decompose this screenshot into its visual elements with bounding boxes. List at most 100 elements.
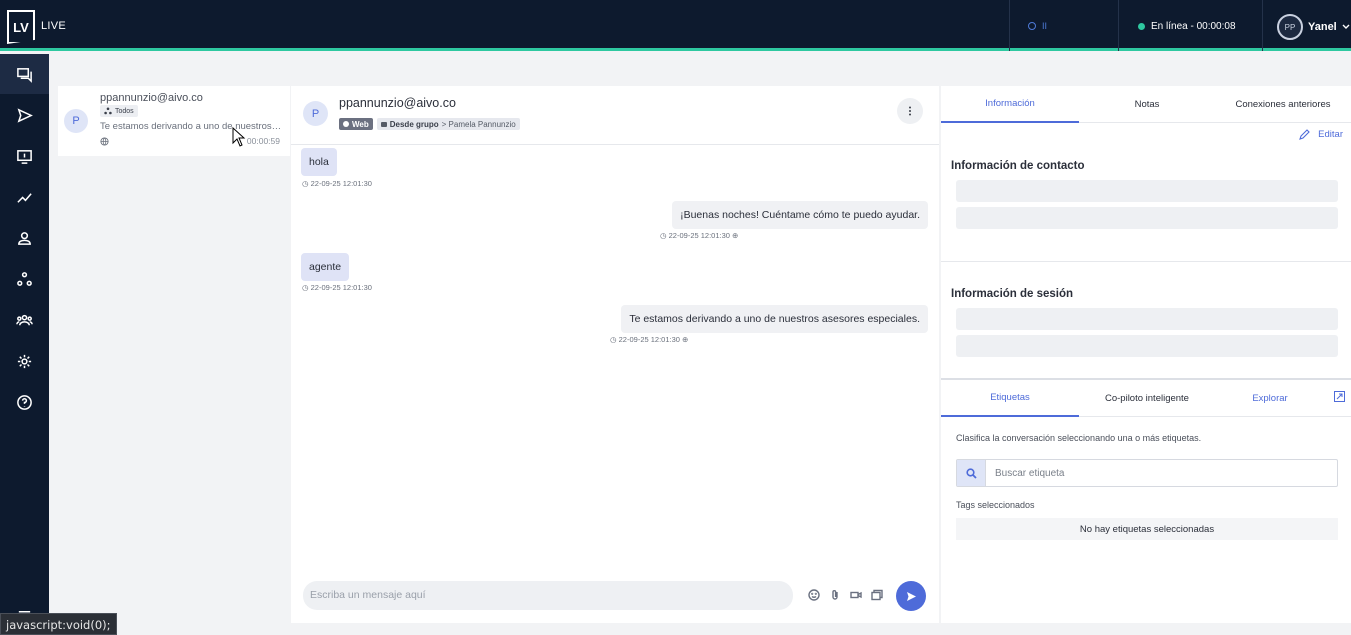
chart-line-icon xyxy=(17,192,32,203)
tab-explorar[interactable]: Explorar xyxy=(1215,380,1325,417)
canned-responses-icon[interactable] xyxy=(871,589,883,601)
bot-icon: ⊕ xyxy=(682,335,689,344)
monitor-icon xyxy=(17,149,32,164)
cursor-icon xyxy=(232,127,246,147)
divider xyxy=(1118,0,1119,51)
chat-icon xyxy=(17,67,32,83)
chevron-down-icon xyxy=(1342,24,1350,29)
sidebar-item-stats[interactable] xyxy=(0,177,49,217)
globe-icon xyxy=(100,137,109,146)
emoji-icon[interactable] xyxy=(808,589,820,601)
badge-label: Todos xyxy=(115,107,134,115)
tag-search xyxy=(956,459,1338,487)
tab-copiloto[interactable]: Co-piloto inteligente xyxy=(1079,380,1215,417)
message-time: 22-09-25 12:01:30 xyxy=(310,179,372,188)
kebab-icon xyxy=(909,106,911,116)
user-icon xyxy=(18,231,31,245)
group-label: Desde grupo xyxy=(389,119,439,129)
globe-icon xyxy=(343,121,349,127)
sidebar-item-settings[interactable] xyxy=(0,341,49,381)
conversation-list: P ppannunzio@aivo.co Todos Te estamos de… xyxy=(58,86,290,623)
sidebar-item-help[interactable] xyxy=(0,382,49,422)
help-icon xyxy=(17,394,32,410)
message-bubble: ¡Buenas noches! Cuéntame cómo te puedo a… xyxy=(672,201,928,229)
tags-hint: Clasifica la conversación seleccionando … xyxy=(956,433,1202,443)
conversation-time: 00:00:59 xyxy=(246,136,280,146)
conversation-preview: Te estamos derivando a uno de nuestros a… xyxy=(100,121,282,132)
divider xyxy=(941,261,1351,262)
top-bar: LV LIVE II En línea - 00:00:08 PP Yanel xyxy=(0,0,1351,51)
more-options-button[interactable] xyxy=(897,98,923,124)
tab-notas[interactable]: Notas xyxy=(1079,86,1215,123)
expand-icon[interactable] xyxy=(1334,391,1345,402)
online-dot-icon xyxy=(1138,23,1145,30)
sidebar-item-user[interactable] xyxy=(0,218,49,258)
user-menu[interactable]: PP Yanel xyxy=(1277,14,1350,40)
connection-indicator[interactable]: II xyxy=(1028,21,1047,31)
sidebar-item-groups[interactable] xyxy=(0,259,49,299)
message-bubble: hola xyxy=(301,148,337,176)
sidebar-item-monitor[interactable] xyxy=(0,136,49,176)
tab-conexiones-anteriores[interactable]: Conexiones anteriores xyxy=(1215,86,1351,123)
video-icon[interactable] xyxy=(850,589,862,601)
ring-icon xyxy=(1028,22,1036,30)
user-name: Yanel xyxy=(1308,21,1337,33)
chat-bubble-icon xyxy=(380,121,387,127)
session-field-placeholder xyxy=(956,308,1338,330)
group-badge: Desde grupo > Pamela Pannunzio xyxy=(376,118,520,130)
message-bubble: agente xyxy=(301,253,350,281)
send-button[interactable] xyxy=(896,581,926,611)
message-input[interactable]: Escriba un mensaje aquí xyxy=(303,581,793,610)
group-badge: Todos xyxy=(100,105,138,117)
info-tabs: Información Notas Conexiones anteriores xyxy=(941,86,1351,123)
sidebar-item-send[interactable] xyxy=(0,95,49,135)
message-meta: ◷ 22-09-25 12:01:30 xyxy=(302,179,372,188)
avatar: P xyxy=(303,101,328,126)
team-icon xyxy=(16,314,33,325)
composer-toolbar xyxy=(808,589,883,601)
gear-icon xyxy=(17,354,32,368)
app-logo[interactable]: LV xyxy=(7,10,35,44)
divider xyxy=(1262,0,1263,51)
send-icon xyxy=(17,107,33,123)
contact-field-placeholder xyxy=(956,207,1338,229)
selected-tags-label: Tags seleccionados xyxy=(956,500,1035,510)
details-panel: Información Notas Conexiones anteriores … xyxy=(941,86,1351,623)
pencil-icon xyxy=(1299,129,1310,140)
tab-etiquetas[interactable]: Etiquetas xyxy=(941,380,1079,417)
edit-label: Editar xyxy=(1318,129,1343,140)
divider xyxy=(1009,0,1010,51)
indicator-label: II xyxy=(1042,21,1048,31)
empty-tags-message: No hay etiquetas seleccionadas xyxy=(956,518,1338,540)
contact-field-placeholder xyxy=(956,180,1338,202)
list-item[interactable]: P ppannunzio@aivo.co Todos Te estamos de… xyxy=(58,86,290,156)
online-status[interactable]: En línea - 00:00:08 xyxy=(1138,21,1236,32)
chat-header: P ppannunzio@aivo.co Web Desde grupo > P… xyxy=(291,86,939,145)
avatar: P xyxy=(64,109,88,133)
group-target: > Pamela Pannunzio xyxy=(441,119,516,129)
message-bubble: Te estamos derivando a uno de nuestros a… xyxy=(621,305,928,333)
tags-tabs: Etiquetas Co-piloto inteligente Explorar xyxy=(941,380,1351,417)
tab-informacion[interactable]: Información xyxy=(941,86,1079,123)
tag-search-input[interactable] xyxy=(986,460,1337,486)
bot-icon: ⊕ xyxy=(732,231,739,240)
message-meta: ◷ 22-09-25 12:01:30 ⊕ xyxy=(610,335,689,344)
groups-icon xyxy=(104,107,112,115)
message-time: 22-09-25 12:01:30 xyxy=(668,231,730,240)
sidebar-item-team[interactable] xyxy=(0,300,49,340)
session-field-placeholder xyxy=(956,335,1338,357)
message-time: 22-09-25 12:01:30 xyxy=(618,335,680,344)
avatar: PP xyxy=(1277,14,1303,40)
chat-contact-email: ppannunzio@aivo.co xyxy=(339,96,456,110)
attachment-icon[interactable] xyxy=(829,589,841,601)
search-icon xyxy=(957,460,986,486)
edit-button[interactable]: Editar xyxy=(1299,129,1343,140)
channel-badge: Web xyxy=(339,118,373,130)
message-meta: ◷ 22-09-25 12:01:30 ⊕ xyxy=(660,231,739,240)
groups-icon xyxy=(17,271,32,286)
link-status-tooltip: javascript:void(0); xyxy=(0,613,117,635)
status-text: En línea - 00:00:08 xyxy=(1151,21,1236,32)
sidebar-item-chats[interactable] xyxy=(0,54,49,94)
channel-label: Web xyxy=(352,119,369,129)
chat-panel: P ppannunzio@aivo.co Web Desde grupo > P… xyxy=(291,86,939,623)
